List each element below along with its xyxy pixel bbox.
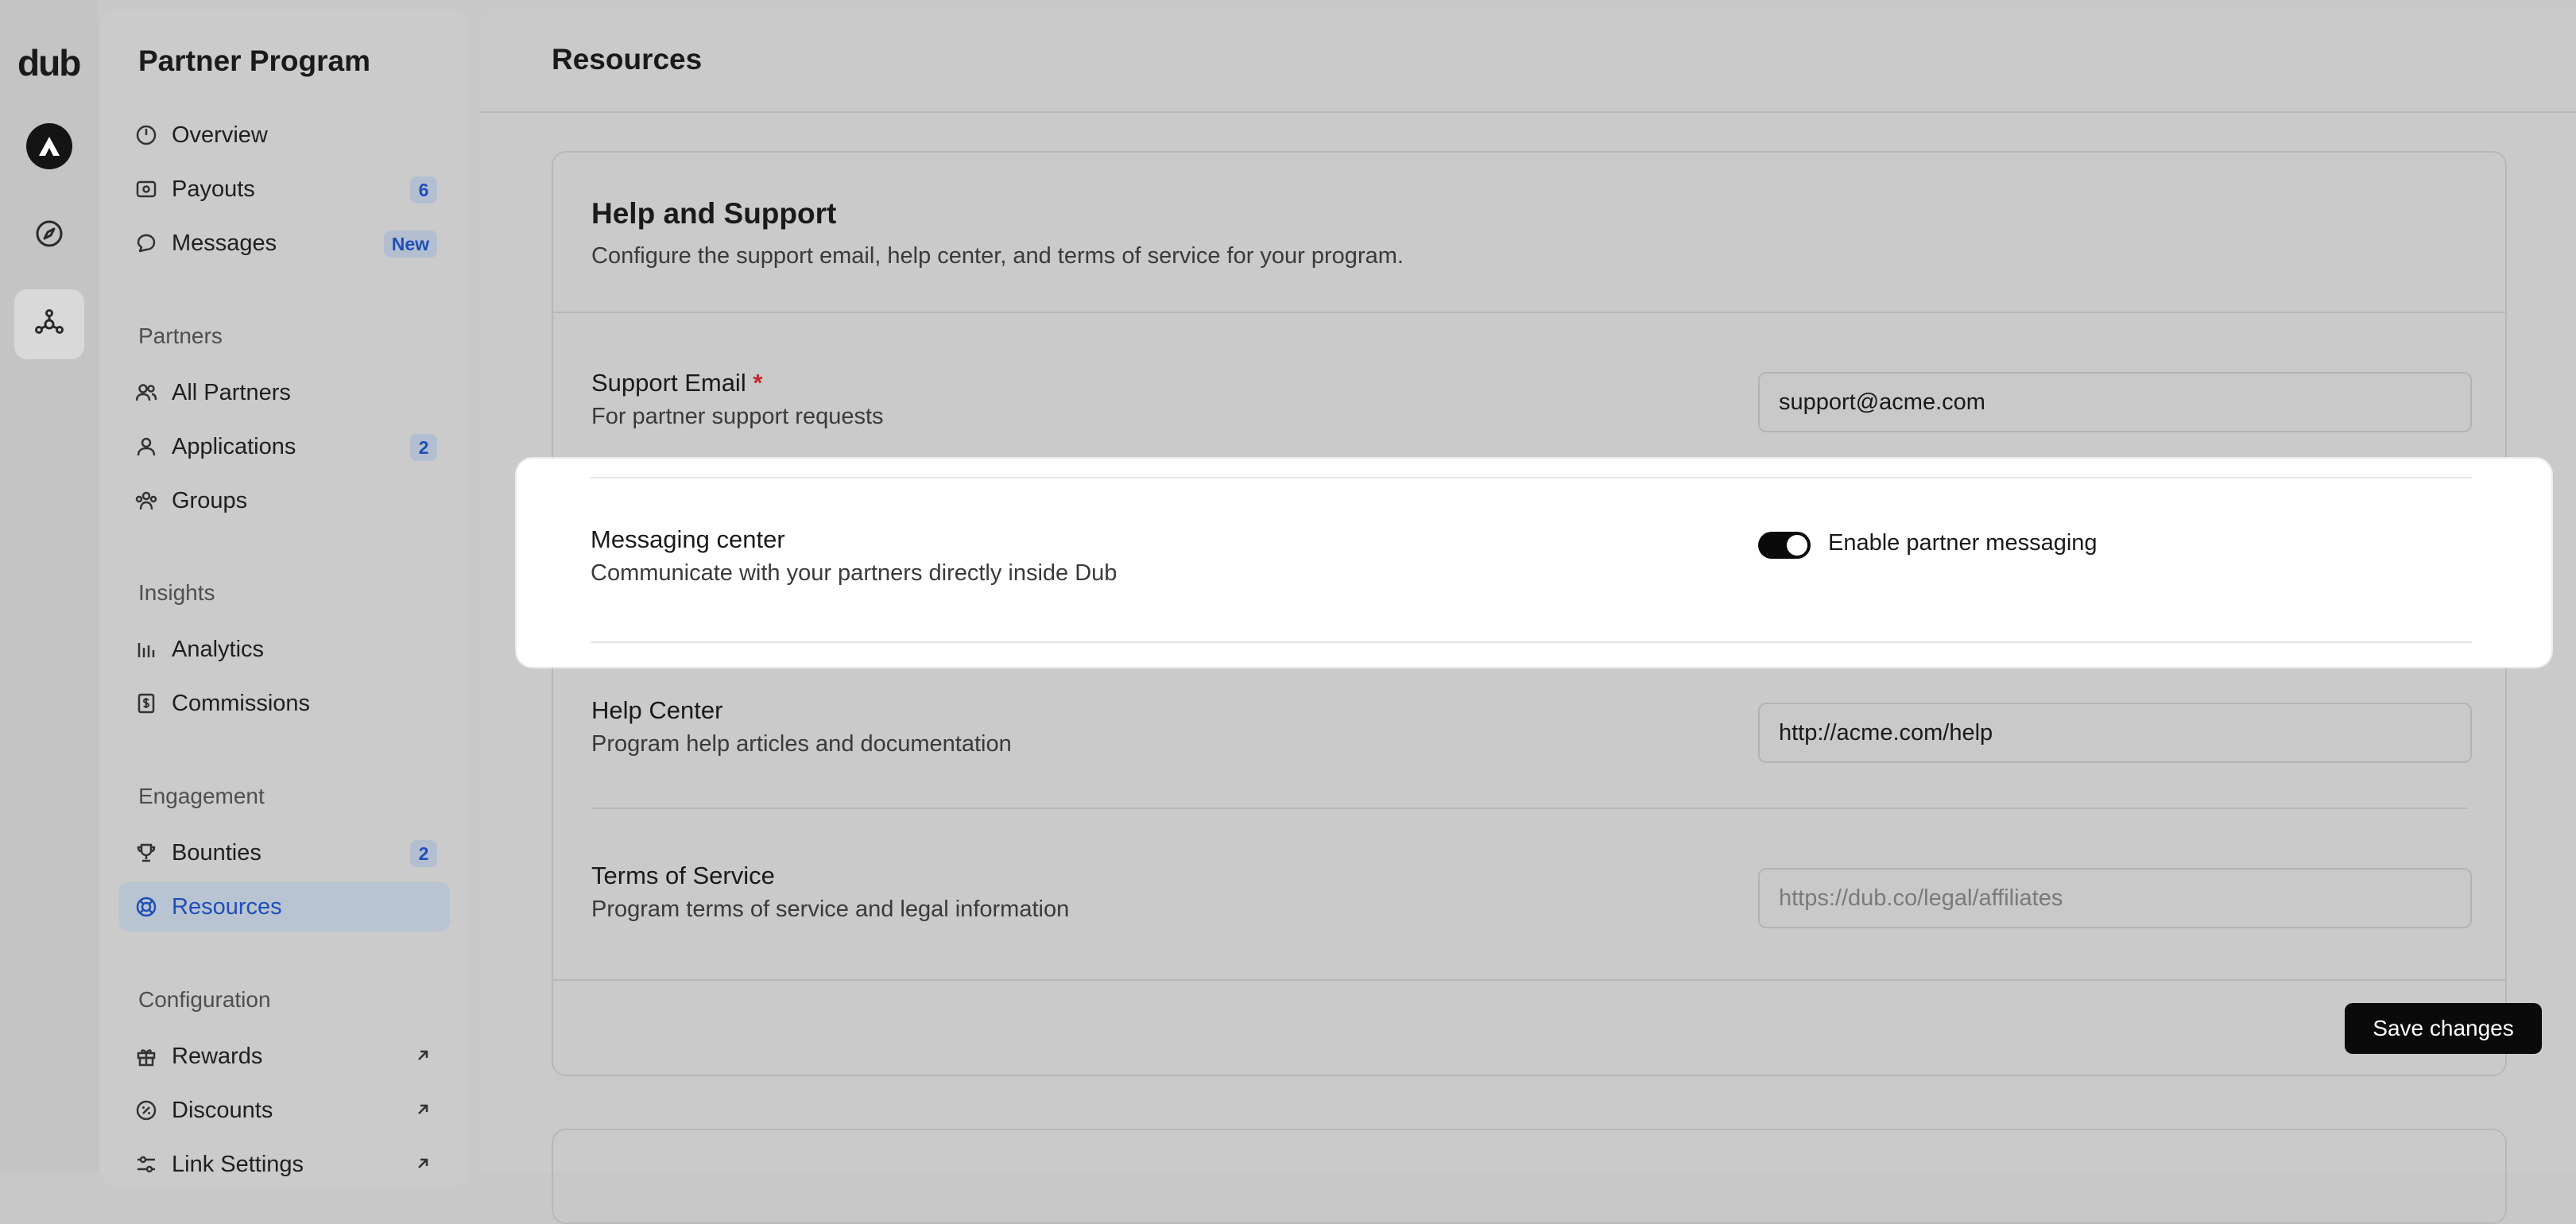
support-email-input[interactable] xyxy=(1758,372,2472,432)
help-center-label: Help Center xyxy=(591,696,723,724)
row-divider xyxy=(591,641,2472,643)
gift-icon xyxy=(137,1049,156,1067)
sidebar-title: Partner Program xyxy=(138,45,370,77)
row-divider xyxy=(591,808,2467,809)
messaging-center-sub: Communicate with your partners directly … xyxy=(591,560,1118,586)
lifebuoy-icon xyxy=(136,897,157,917)
sidebar-item-label: Payouts xyxy=(172,176,255,202)
section-label-insights: Insights xyxy=(138,580,215,605)
help-center-input[interactable] xyxy=(1758,703,2472,763)
sidebar-item-label: Discounts xyxy=(172,1098,273,1123)
external-arrow-icon xyxy=(418,1104,428,1114)
messaging-center-row: Messaging center Communicate with your p… xyxy=(517,459,2551,667)
sidebar-item-all-partners[interactable]: All Partners xyxy=(119,368,450,417)
page-title: Resources xyxy=(552,43,703,76)
compass-icon[interactable] xyxy=(14,199,84,269)
header-divider xyxy=(480,111,2576,113)
users-group-icon xyxy=(135,491,157,510)
sidebar-item-label: All Partners xyxy=(172,380,291,405)
sidebar-item-applications[interactable]: Applications 2 xyxy=(119,422,450,471)
trophy-icon xyxy=(137,843,156,862)
message-icon xyxy=(137,234,156,253)
help-center-sub: Program help articles and documentation xyxy=(591,731,1012,757)
new-badge: New xyxy=(383,230,437,258)
money-icon xyxy=(136,180,157,198)
dub-logo[interactable]: dub xyxy=(17,41,81,84)
partner-network-icon[interactable] xyxy=(14,289,84,359)
row-divider xyxy=(591,477,2472,478)
card-divider xyxy=(553,312,2505,313)
section-label-engagement: Engagement xyxy=(138,784,265,808)
terms-label: Terms of Service xyxy=(591,862,775,889)
user-icon xyxy=(137,437,156,456)
sidebar-item-rewards[interactable]: Rewards xyxy=(119,1032,450,1081)
count-badge: 2 xyxy=(410,840,437,867)
support-email-sub: For partner support requests xyxy=(591,404,884,429)
card-title: Help and Support xyxy=(591,197,837,230)
program-sidebar: Partner Program Overview Payouts 6 Messa… xyxy=(100,10,469,1186)
sidebar-item-label: Messages xyxy=(172,230,277,256)
sidebar-item-analytics[interactable]: Analytics xyxy=(119,625,450,674)
partner-messaging-toggle[interactable] xyxy=(1758,532,1811,559)
discount-icon xyxy=(136,1100,157,1121)
sidebar-item-label: Analytics xyxy=(172,637,265,662)
sidebar-item-commissions[interactable]: Commissions xyxy=(119,679,450,728)
count-badge: 2 xyxy=(410,434,437,461)
toggle-knob xyxy=(1787,535,1807,556)
workspace-avatar-icon[interactable] xyxy=(26,123,72,169)
sidebar-item-discounts[interactable]: Discounts xyxy=(119,1086,450,1135)
support-email-label-text: Support Email xyxy=(591,369,746,397)
messaging-center-label: Messaging center xyxy=(591,525,785,553)
sidebar-item-label: Bounties xyxy=(172,840,261,866)
terms-input[interactable] xyxy=(1758,868,2472,928)
sidebar-item-payouts[interactable]: Payouts 6 xyxy=(119,165,450,214)
bar-chart-icon xyxy=(138,643,155,657)
sidebar-item-groups[interactable]: Groups xyxy=(119,476,450,525)
external-arrow-icon xyxy=(418,1050,428,1060)
sidebar-item-label: Applications xyxy=(172,434,296,459)
sidebar-item-label: Rewards xyxy=(172,1044,263,1069)
card-footer-divider xyxy=(553,979,2505,981)
section-label-configuration: Configuration xyxy=(138,987,271,1012)
next-card xyxy=(552,1129,2507,1224)
count-badge: 6 xyxy=(410,176,437,203)
sidebar-item-messages[interactable]: Messages New xyxy=(119,219,450,268)
section-label-partners: Partners xyxy=(138,323,223,348)
partner-messaging-toggle-label[interactable]: Enable partner messaging xyxy=(1828,530,2098,556)
sliders-icon xyxy=(138,1156,155,1173)
sidebar-item-link-settings[interactable]: Link Settings xyxy=(119,1140,450,1189)
invoice-dollar-icon xyxy=(138,693,155,714)
users-icon xyxy=(135,384,157,401)
sidebar-item-overview[interactable]: Overview xyxy=(119,110,450,160)
sidebar-item-label: Link Settings xyxy=(172,1152,304,1177)
support-email-label: Support Email * xyxy=(591,369,762,397)
sidebar-item-label: Groups xyxy=(172,488,248,513)
required-marker: * xyxy=(753,369,763,397)
app-rail: dub xyxy=(0,0,99,1173)
sidebar-item-label: Overview xyxy=(172,122,268,148)
sidebar-item-bounties[interactable]: Bounties 2 xyxy=(119,828,450,877)
terms-sub: Program terms of service and legal infor… xyxy=(591,897,1070,922)
card-description: Configure the support email, help center… xyxy=(591,243,1404,269)
sidebar-item-label: Resources xyxy=(172,894,282,920)
external-arrow-icon xyxy=(418,1158,428,1168)
sidebar-item-resources[interactable]: Resources xyxy=(119,882,450,932)
sidebar-item-label: Commissions xyxy=(172,691,311,716)
gauge-icon xyxy=(136,125,157,145)
save-changes-button[interactable]: Save changes xyxy=(2345,1003,2542,1054)
